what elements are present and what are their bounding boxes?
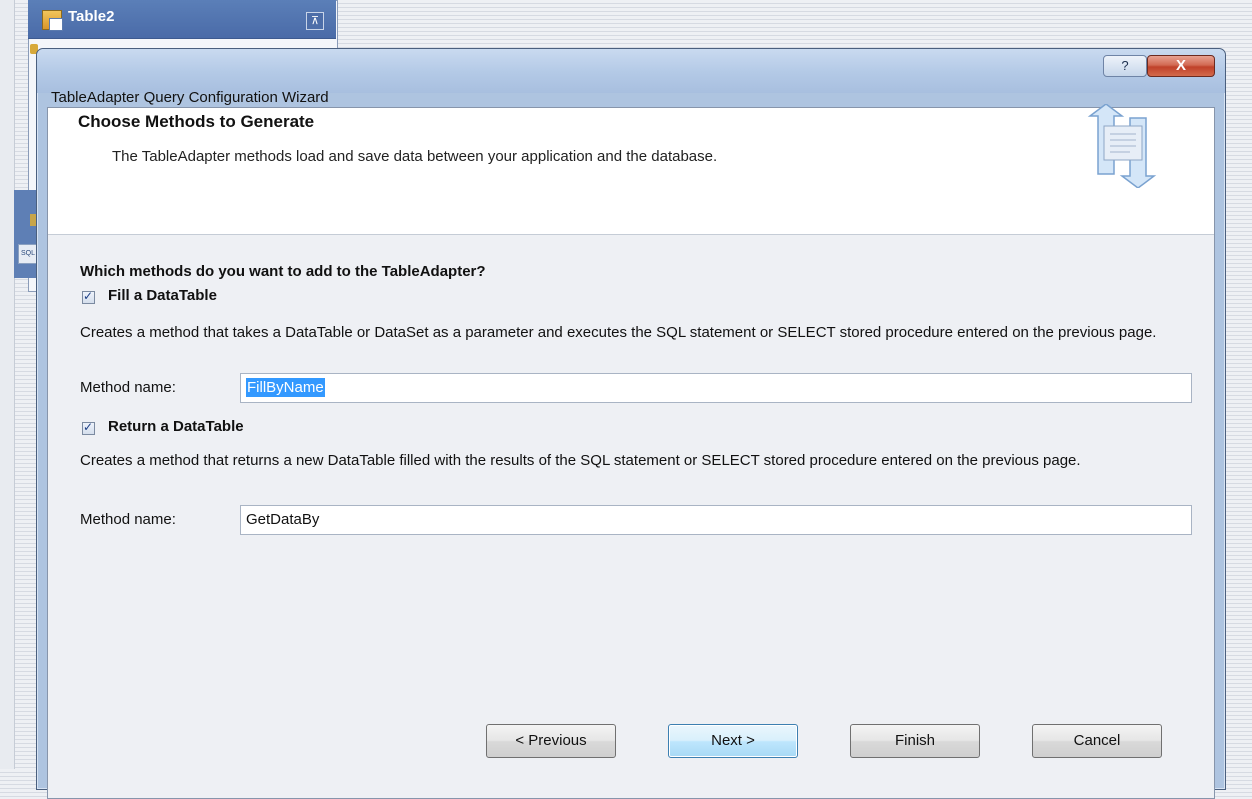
page-subtitle: The TableAdapter methods load and save d…: [112, 148, 718, 165]
wizard-dialog: TableAdapter Query Configuration Wizard …: [36, 48, 1226, 799]
return-method-name-field[interactable]: GetDataBy: [240, 505, 1192, 535]
dialog-title: TableAdapter Query Configuration Wizard: [51, 89, 329, 106]
return-datatable-checkbox[interactable]: [82, 420, 95, 435]
return-datatable-description: Creates a method that returns a new Data…: [80, 452, 1081, 469]
fill-datatable-checkbox[interactable]: [82, 289, 95, 304]
dialog-client-area: Choose Methods to Generate The TableAdap…: [47, 104, 1215, 799]
collapse-icon[interactable]: ⊼: [306, 12, 324, 30]
fill-method-name-field[interactable]: FillByName: [240, 373, 1192, 403]
help-button[interactable]: ?: [1103, 55, 1147, 77]
page-title: Choose Methods to Generate: [78, 112, 315, 131]
fill-datatable-description: Creates a method that takes a DataTable …: [80, 324, 1157, 341]
fill-method-name-label: Method name:: [80, 379, 176, 396]
fill-method-name-value: FillByName: [246, 378, 325, 397]
return-datatable-label[interactable]: Return a DataTable: [108, 418, 244, 435]
cancel-button[interactable]: Cancel: [1032, 724, 1162, 758]
methods-question: Which methods do you want to add to the …: [80, 263, 486, 280]
close-button[interactable]: X: [1147, 55, 1215, 77]
return-method-name-label: Method name:: [80, 511, 176, 528]
sql-icon: SQL: [18, 244, 38, 264]
table-icon: [42, 10, 63, 31]
designer-left-bar: [0, 0, 15, 769]
previous-button[interactable]: < Previous: [486, 724, 616, 758]
wizard-arrows-icon: [1087, 104, 1157, 188]
wizard-header: Choose Methods to Generate The TableAdap…: [48, 104, 1214, 235]
finish-button[interactable]: Finish: [850, 724, 980, 758]
background-table-title: Table2: [68, 8, 115, 25]
fill-datatable-label[interactable]: Fill a DataTable: [108, 287, 217, 304]
dialog-titlebar[interactable]: [37, 49, 1225, 93]
wizard-body: Which methods do you want to add to the …: [48, 235, 1214, 798]
next-button[interactable]: Next >: [668, 724, 798, 758]
